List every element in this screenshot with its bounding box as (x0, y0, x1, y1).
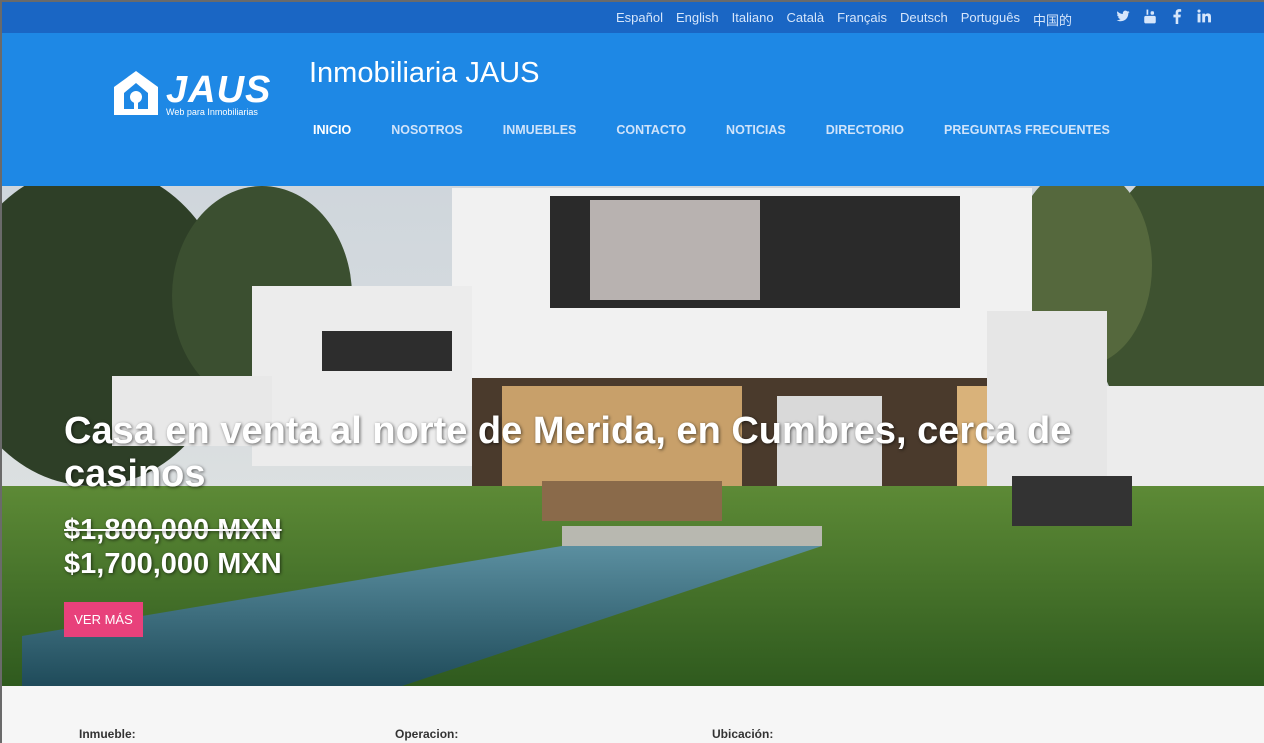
facebook-icon[interactable] (1170, 9, 1184, 27)
lang-catala[interactable]: Català (787, 10, 825, 29)
logo[interactable]: JAUS Web para Inmobiliarias (112, 69, 272, 125)
nav-contacto[interactable]: CONTACTO (616, 123, 686, 137)
lang-deutsch[interactable]: Deutsch (900, 10, 948, 29)
property-search: Inmueble: Operacion: Ubicación: (2, 686, 1264, 743)
youtube-icon[interactable] (1143, 9, 1157, 27)
nav-inmuebles[interactable]: INMUEBLES (503, 123, 577, 137)
social-links (1116, 9, 1211, 27)
nav-noticias[interactable]: NOTICIAS (726, 123, 786, 137)
site-title: Inmobiliaria JAUS (309, 57, 540, 89)
ver-mas-button[interactable]: VER MÁS (64, 602, 143, 637)
nav-nosotros[interactable]: NOSOTROS (391, 123, 463, 137)
lang-francais[interactable]: Français (837, 10, 887, 29)
hero-slider: Casa en venta al norte de Merida, en Cum… (2, 186, 1264, 686)
inmueble-label: Inmueble: (79, 727, 136, 741)
linkedin-icon[interactable] (1197, 9, 1211, 27)
language-selector: Español English Italiano Català Français… (616, 10, 1085, 29)
lang-chinese[interactable]: 中国的 (1033, 10, 1072, 29)
new-price: $1,700,000 MXN (64, 548, 282, 580)
logo-tagline: Web para Inmobiliarias (166, 107, 258, 117)
house-logo-icon (114, 71, 158, 115)
old-price: $1,800,000 MXN (64, 514, 282, 546)
site-header: JAUS Web para Inmobiliarias Inmobiliaria… (2, 33, 1264, 186)
hero-title: Casa en venta al norte de Merida, en Cum… (64, 410, 1072, 495)
lang-portugues[interactable]: Português (961, 10, 1020, 29)
logo-text: JAUS (166, 69, 272, 111)
top-bar: Español English Italiano Català Français… (2, 0, 1264, 33)
operacion-label: Operacion: (395, 727, 459, 741)
nav-preguntas-frecuentes[interactable]: PREGUNTAS FRECUENTES (944, 123, 1110, 137)
ubicacion-label: Ubicación: (712, 727, 774, 741)
lang-italiano[interactable]: Italiano (732, 10, 774, 29)
nav-directorio[interactable]: DIRECTORIO (826, 123, 904, 137)
nav-inicio[interactable]: INICIO (313, 123, 351, 137)
main-nav: INICIO NOSOTROS INMUEBLES CONTACTO NOTIC… (313, 123, 1150, 137)
lang-english[interactable]: English (676, 10, 719, 29)
lang-espanol[interactable]: Español (616, 10, 663, 29)
twitter-icon[interactable] (1116, 9, 1130, 27)
